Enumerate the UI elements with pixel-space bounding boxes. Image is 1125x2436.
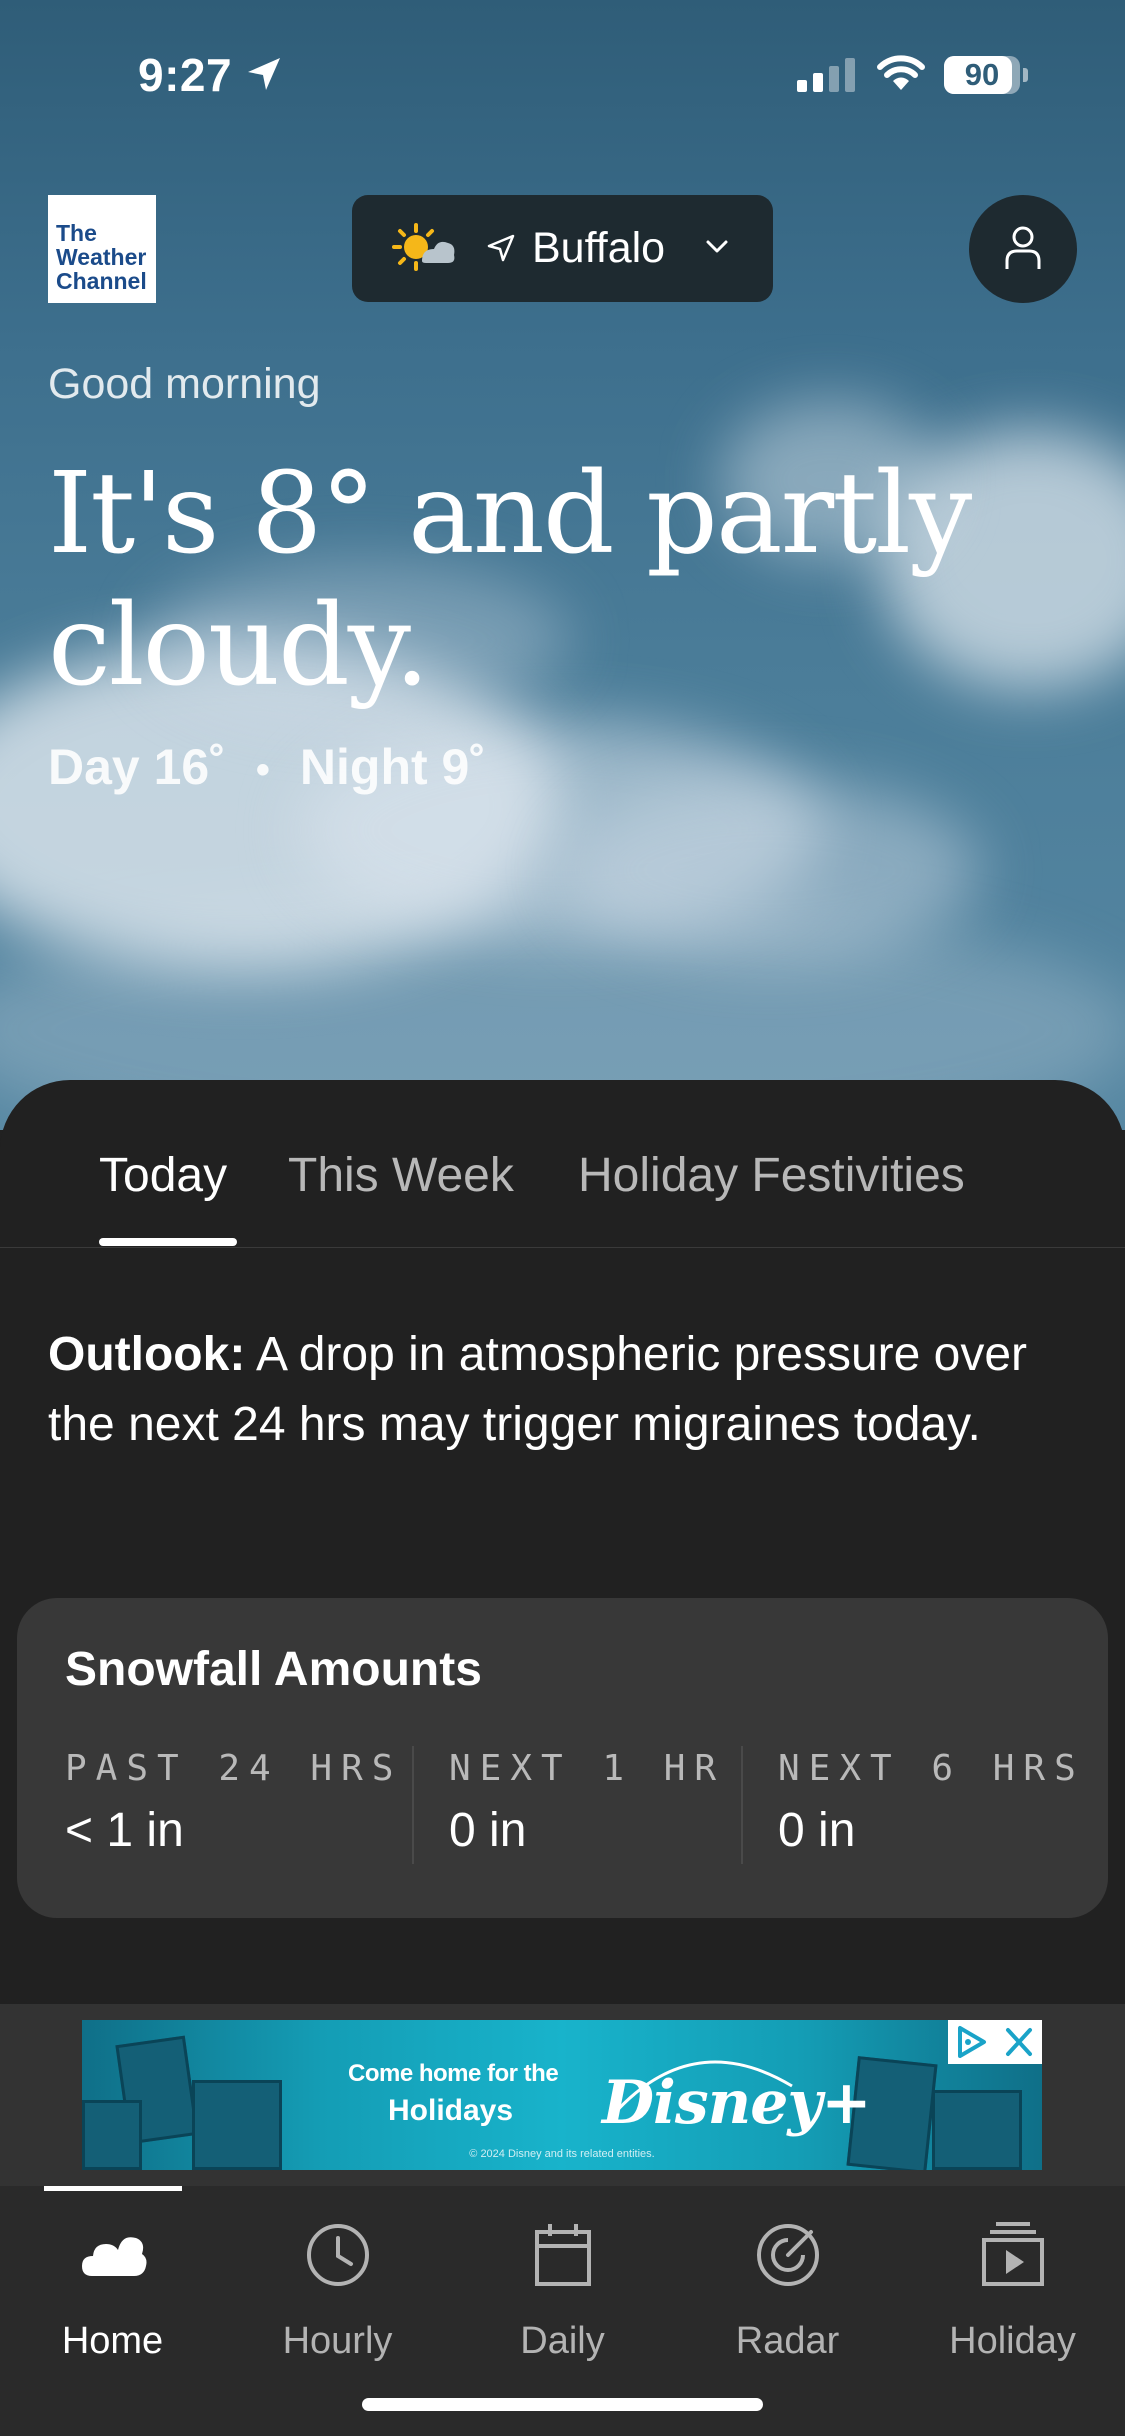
nav-home[interactable]: Home [0,2220,225,2363]
clock-icon [306,2224,369,2286]
forecast-tabs: Today This Week Holiday Festivities [0,1080,1125,1248]
ad-close-icon[interactable] [996,2020,1042,2064]
calendar-icon [534,2224,591,2286]
tab-this-week[interactable]: This Week [288,1148,514,1203]
home-indicator[interactable] [362,2398,763,2411]
location-selector[interactable]: Buffalo [352,195,773,302]
nav-daily[interactable]: Daily [450,2220,675,2363]
ad-container: Come home for the Holidays Disney+ © 202… [0,2004,1125,2186]
nav-hourly[interactable]: Hourly [225,2220,450,2363]
snowfall-card[interactable]: Snowfall Amounts PAST 24 HRS < 1 in NEXT… [17,1598,1108,1918]
snowfall-title: Snowfall Amounts [65,1643,482,1696]
ad-headline: Come home for the [348,2060,559,2087]
user-icon [1005,226,1041,269]
outlook-label: Outlook: [48,1328,246,1381]
tab-today[interactable]: Today [99,1148,227,1203]
nav-radar[interactable]: Radar [675,2220,900,2363]
nav-holiday[interactable]: Holiday [900,2220,1125,2363]
battery-level: 90 [964,57,1000,92]
battery-indicator: 90 [944,56,1028,94]
night-temp: Night 9˚ [299,739,486,795]
day-night-temps: Day 16˚ • Night 9˚ [48,739,486,795]
current-conditions-headline: It's 8° and partly cloudy. [48,449,972,711]
snowfall-next-6: NEXT 6 HRS 0 in [778,1748,1085,1857]
ad-brand-logo: Disney+ [602,2068,872,2138]
active-nav-indicator [44,2186,182,2191]
snowfall-next-1: NEXT 1 HR 0 in [449,1748,726,1857]
navigation-arrow-icon [487,234,515,262]
day-temp: Day 16˚ [48,739,226,795]
cloud-icon [81,2237,146,2276]
location-name: Buffalo [532,224,666,272]
greeting: Good morning [48,360,321,408]
status-time: 9:27 [138,49,233,101]
divider [741,1746,743,1864]
active-tab-indicator [99,1238,237,1246]
partly-cloudy-icon [392,223,455,271]
cellular-signal-icon [797,58,855,92]
ad-choices-icon[interactable] [948,2020,996,2064]
snowfall-past-24: PAST 24 HRS < 1 in [65,1748,403,1857]
video-icon [981,2222,1044,2286]
weather-channel-logo[interactable]: The Weather Channel [48,195,156,303]
cloud-decoration [560,780,980,960]
tab-holiday-festivities[interactable]: Holiday Festivities [578,1148,965,1203]
ad-subheadline: Holidays [388,2094,514,2127]
location-arrow-icon [248,58,280,90]
outlook-text: Outlook: A drop in atmospheric pressure … [48,1320,1078,1460]
wifi-icon [877,55,925,90]
chevron-down-icon [706,240,728,253]
profile-button[interactable] [969,195,1077,303]
ad-banner[interactable]: Come home for the Holidays Disney+ © 202… [82,2020,1042,2170]
radar-icon [756,2224,819,2286]
ad-fine-print: © 2024 Disney and its related entities. [469,2148,655,2160]
divider [412,1746,414,1864]
